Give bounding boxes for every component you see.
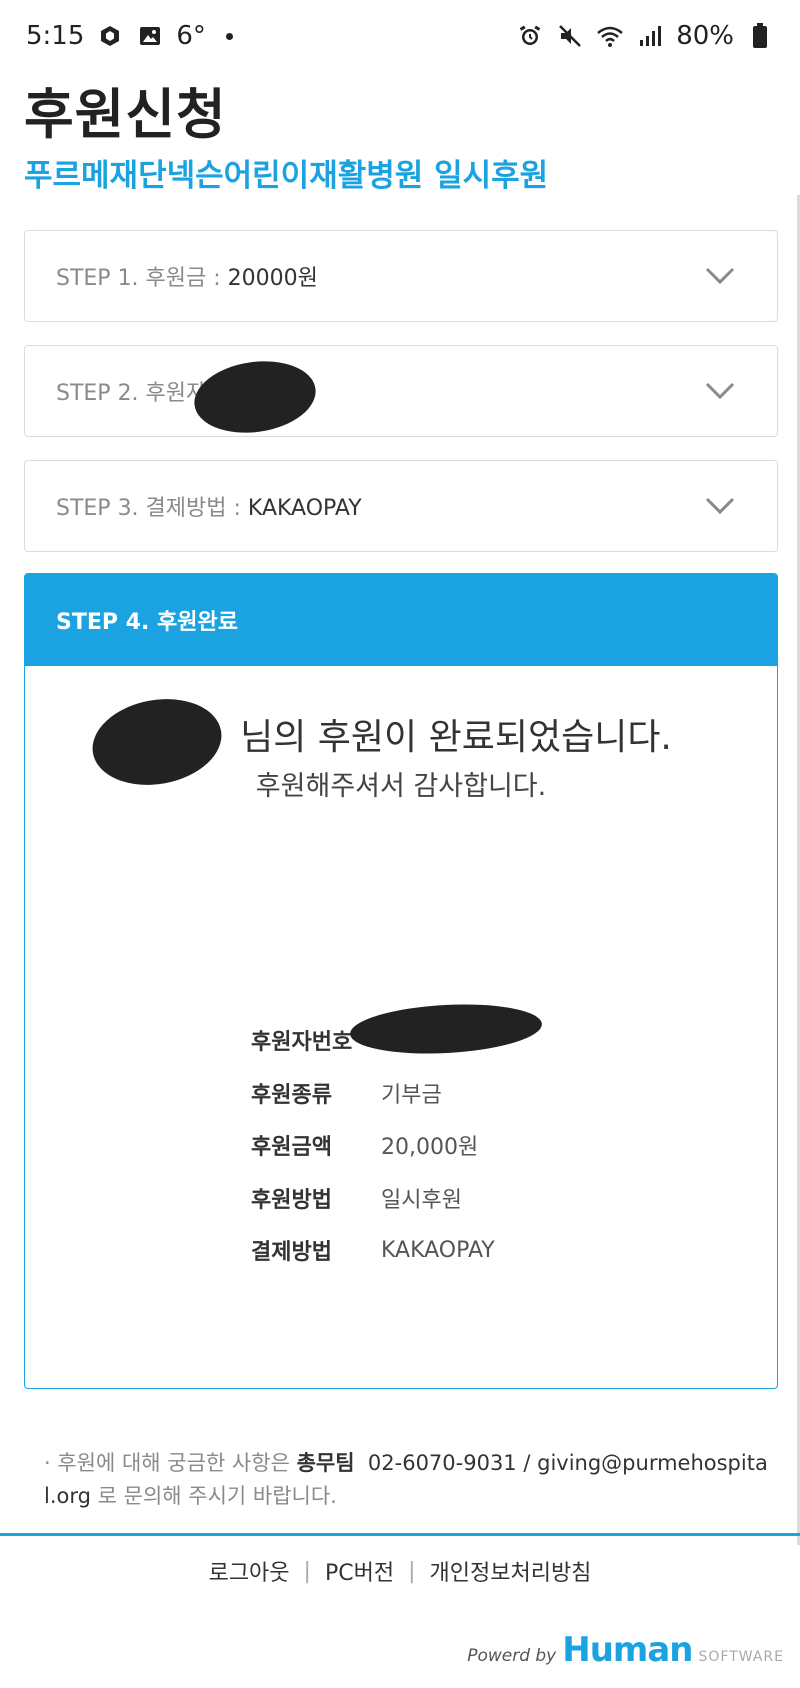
- info-value: 20,000원: [381, 1135, 479, 1161]
- wifi-icon: [596, 22, 624, 50]
- powered-by-text: Powerd by: [467, 1646, 557, 1666]
- info-row: 후원방법 일시후원: [251, 1172, 495, 1225]
- signal-icon: [636, 22, 664, 50]
- contact-prefix: · 후원에 대해 궁금한 사항은: [44, 1451, 297, 1475]
- info-value: KAKAOPAY: [381, 1237, 495, 1263]
- status-battery: 80%: [676, 21, 734, 51]
- step-4-header[interactable]: STEP 4. 후원완료: [25, 574, 777, 666]
- step-3-accordion[interactable]: STEP 3. 결제방법 : KAKAOPAY: [24, 460, 778, 552]
- step-2-label: STEP 2. 후원자: [56, 381, 207, 406]
- step-4-panel: STEP 4. 후원완료 님의 후원이 완료되었습니다. 후원해주셔서 감사합니…: [24, 573, 778, 1389]
- step-1-label: STEP 1. 후원금 :: [56, 266, 228, 291]
- pc-version-link[interactable]: PC버전: [325, 1555, 394, 1587]
- info-row: 후원종류 기부금: [251, 1067, 495, 1120]
- step-4-label: STEP 4. 후원완료: [56, 610, 238, 635]
- mute-icon: [556, 22, 584, 50]
- powered-by-logo: Powerd by Human SOFTWARE: [467, 1630, 784, 1670]
- battery-icon: [746, 22, 774, 50]
- step-1-text: STEP 1. 후원금 : 20000원: [56, 260, 318, 292]
- status-left: 5:15 6°: [26, 21, 233, 51]
- page-title: 후원신청: [24, 83, 227, 146]
- chevron-down-icon[interactable]: [705, 266, 735, 286]
- footer-links: 로그아웃 | PC버전 | 개인정보처리방침: [0, 1555, 800, 1587]
- step-3-value: KAKAOPAY: [247, 496, 362, 521]
- status-bar: 5:15 6° 80%: [0, 0, 800, 72]
- footer-divider: [0, 1533, 800, 1536]
- info-value: 기부금: [381, 1082, 442, 1108]
- box-icon: [96, 22, 124, 50]
- step-3-text: STEP 3. 결제방법 : KAKAOPAY: [56, 490, 362, 522]
- info-label: 후원종류: [251, 1082, 332, 1108]
- privacy-policy-link[interactable]: 개인정보처리방침: [430, 1555, 592, 1587]
- status-temperature: 6°: [176, 21, 206, 51]
- contact-team: 총무팀: [296, 1451, 355, 1475]
- human-logo: Human: [562, 1630, 693, 1670]
- info-label: 후원금액: [251, 1135, 332, 1161]
- notification-dot: [225, 32, 233, 40]
- step-3-label: STEP 3. 결제방법 :: [56, 496, 248, 521]
- step-2-accordion[interactable]: STEP 2. 후원자: [24, 345, 778, 437]
- contact-note: · 후원에 대해 궁금한 사항은 총무팀 02-6070-9031 / givi…: [44, 1447, 774, 1513]
- logout-link[interactable]: 로그아웃: [209, 1555, 290, 1587]
- info-label: 후원방법: [251, 1187, 332, 1213]
- software-text: SOFTWARE: [698, 1649, 784, 1665]
- info-row: 결제방법 KAKAOPAY: [251, 1224, 495, 1277]
- donation-info-list: 후원자번호 후원종류 기부금 후원금액 20,000원 후원방법 일시후원 결제…: [251, 1014, 495, 1277]
- link-separator: |: [408, 1558, 416, 1584]
- step-2-text: STEP 2. 후원자: [56, 375, 206, 407]
- contact-suffix: 로 문의해 주시기 바랍니다.: [90, 1484, 337, 1508]
- status-time: 5:15: [26, 21, 85, 51]
- info-value: 일시후원: [381, 1187, 462, 1213]
- step-1-accordion[interactable]: STEP 1. 후원금 : 20000원: [24, 230, 778, 322]
- alarm-icon: [516, 22, 544, 50]
- link-separator: |: [303, 1558, 311, 1584]
- step-1-value: 20000원: [227, 266, 318, 291]
- info-row: 후원금액 20,000원: [251, 1119, 495, 1172]
- chevron-down-icon[interactable]: [705, 496, 735, 516]
- contact-phone[interactable]: 02-6070-9031: [368, 1451, 517, 1475]
- status-right: 80%: [516, 21, 774, 51]
- info-label: 결제방법: [251, 1240, 332, 1266]
- contact-slash: /: [516, 1451, 538, 1475]
- image-icon: [136, 22, 164, 50]
- chevron-down-icon[interactable]: [705, 381, 735, 401]
- page-subtitle: 푸르메재단넥슨어린이재활병원 일시후원: [24, 158, 549, 194]
